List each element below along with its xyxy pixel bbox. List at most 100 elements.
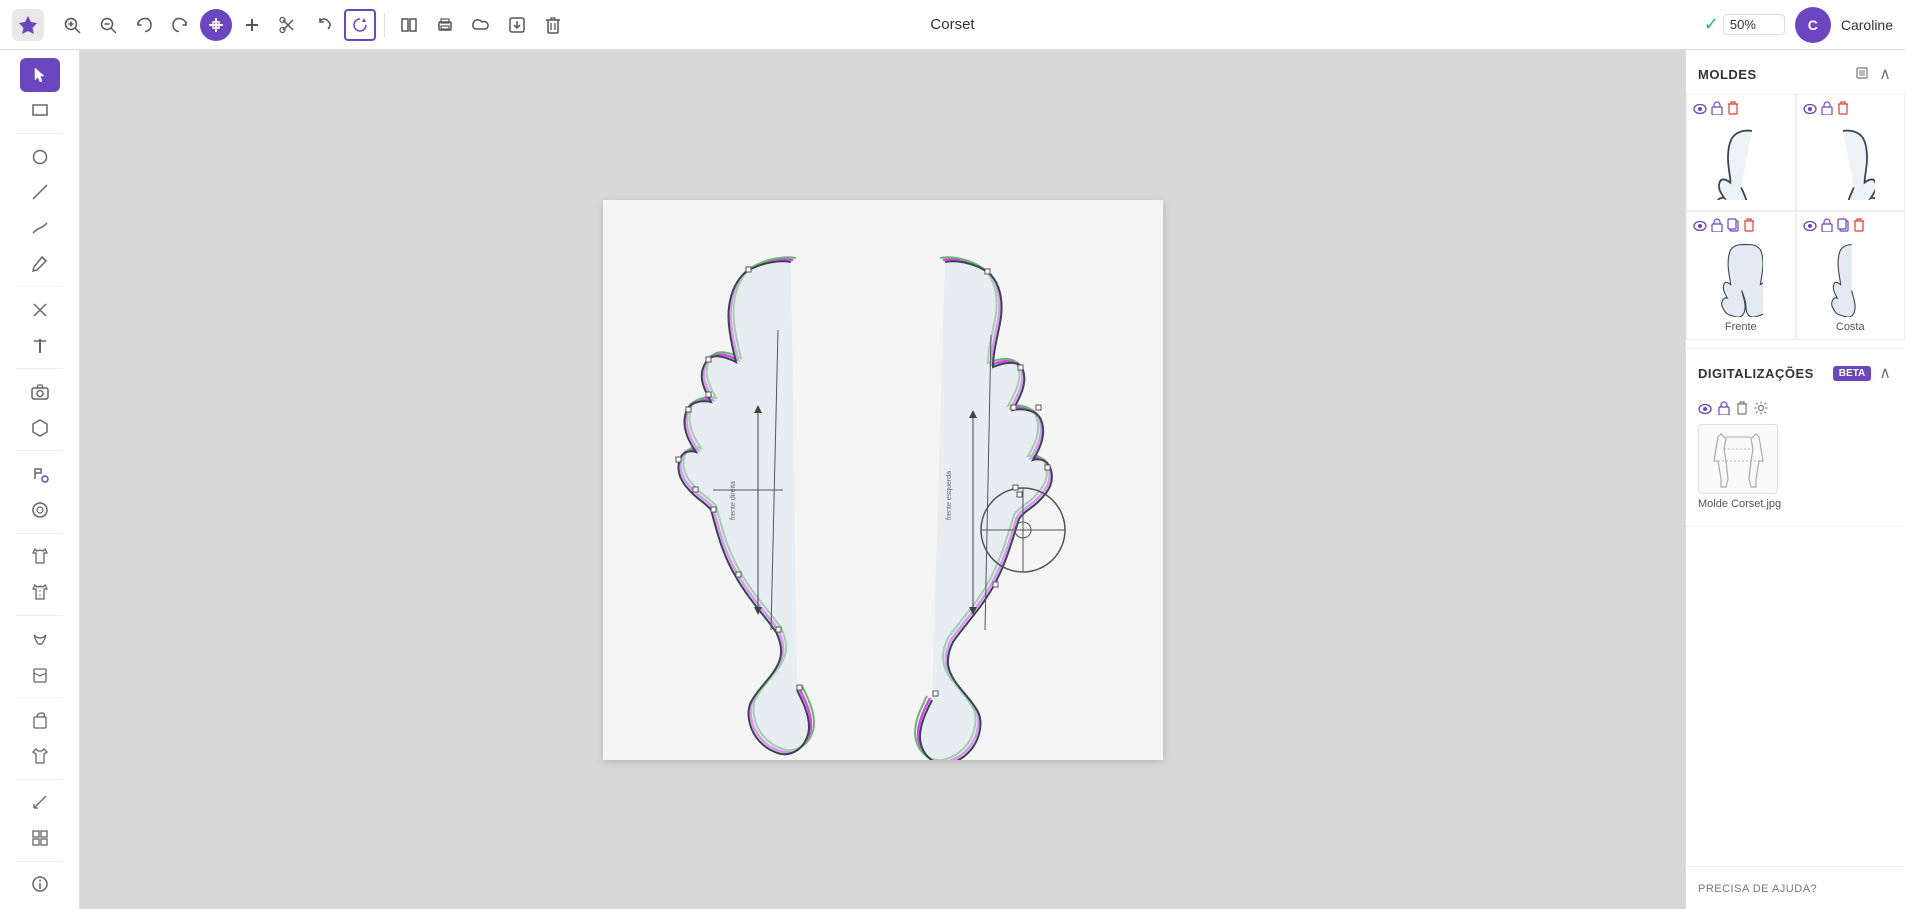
molde-item-3: Frente [1686, 211, 1796, 340]
pointer-tool[interactable] [20, 58, 60, 92]
zoom-select[interactable]: 25% 50% 75% 100% 150% 200% [1723, 14, 1785, 35]
zoom-in-button[interactable] [56, 9, 88, 41]
toolbar-separator [384, 13, 385, 37]
pen-line-tool[interactable] [20, 211, 60, 245]
line-tool[interactable] [20, 176, 60, 210]
molde-3-delete-icon[interactable] [1743, 218, 1755, 235]
molde-item-1 [1686, 94, 1796, 211]
tshirt-tool[interactable] [20, 739, 60, 773]
molde-4-actions [1803, 218, 1899, 235]
molde-2-thumbnail [1820, 122, 1880, 202]
paint-tool[interactable] [20, 457, 60, 491]
sidebar-divider-6 [16, 615, 63, 616]
grid-tool[interactable] [20, 821, 60, 855]
cut-tool-button[interactable] [272, 9, 304, 41]
print-button[interactable] [429, 9, 461, 41]
text-tool[interactable] [20, 329, 60, 363]
sidebar-divider-2 [16, 286, 63, 287]
molde-4-thumbnail [1820, 239, 1880, 319]
right-pattern-piece: frente esquerda [915, 257, 1065, 760]
molde-item-4: Costa [1796, 211, 1905, 340]
molde-2-delete-icon[interactable] [1837, 101, 1849, 118]
digitalizacoes-section: DIGITALIZAÇÕES BETA ∧ [1686, 349, 1905, 527]
canvas-area[interactable]: frente direita [80, 50, 1685, 909]
molde-3-visibility-icon[interactable] [1693, 219, 1707, 234]
help-link[interactable]: PRECISA DE AJUDA? [1698, 883, 1817, 895]
thread-tool[interactable] [20, 493, 60, 527]
canvas-paper: frente direita [603, 200, 1163, 760]
refresh-button[interactable] [344, 9, 376, 41]
digit-1-thumbnail [1698, 424, 1778, 494]
pattern-piece-tool[interactable] [20, 411, 60, 445]
molde-item-2 [1796, 94, 1905, 211]
digitalizacoes-header: DIGITALIZAÇÕES BETA ∧ [1686, 349, 1905, 393]
pocket-tool[interactable] [20, 657, 60, 691]
beta-badge: BETA [1833, 366, 1871, 381]
digit-1-label: Molde Corset.jpg [1698, 498, 1781, 510]
garment-back-tool[interactable] [20, 575, 60, 609]
molde-4-copy-icon[interactable] [1837, 218, 1849, 235]
add-button[interactable] [236, 9, 268, 41]
digit-1-settings-icon[interactable] [1754, 401, 1768, 418]
rotate-left-button[interactable] [308, 9, 340, 41]
moldes-section: MOLDES ∧ [1686, 50, 1905, 349]
zoom-check-icon: ✓ [1704, 14, 1719, 35]
molde-2-lock-icon[interactable] [1821, 101, 1833, 118]
molde-4-delete-icon[interactable] [1853, 218, 1865, 235]
sidebar-divider-3 [16, 368, 63, 369]
digitalizacoes-header-actions: BETA ∧ [1833, 361, 1893, 385]
molde-2-actions [1803, 101, 1899, 118]
molde-1-lock-icon[interactable] [1711, 101, 1723, 118]
circle-tool[interactable] [20, 140, 60, 174]
left-pattern-piece: frente direita [676, 257, 814, 754]
digit-1-delete-icon[interactable] [1736, 401, 1748, 418]
molde-4-label: Costa [1836, 321, 1865, 333]
zoom-control: ✓ 25% 50% 75% 100% 150% 200% [1704, 14, 1785, 35]
digit-1-lock-icon[interactable] [1718, 401, 1730, 418]
digit-1-actions [1698, 401, 1768, 418]
select-move-button[interactable] [200, 9, 232, 41]
sidebar-divider-7 [16, 697, 63, 698]
molde-4-lock-icon[interactable] [1821, 218, 1833, 235]
molde-3-thumbnail [1711, 239, 1771, 319]
garment-front-tool[interactable] [20, 539, 60, 573]
molde-4-visibility-icon[interactable] [1803, 219, 1817, 234]
rectangle-tool[interactable] [20, 94, 60, 128]
undo-button[interactable] [128, 9, 160, 41]
sidebar-divider-9 [16, 861, 63, 862]
main-area: frente direita [0, 50, 1905, 909]
digitalizacoes-title: DIGITALIZAÇÕES [1698, 366, 1814, 381]
moldes-header-actions: ∧ [1853, 62, 1893, 86]
camera-tool[interactable] [20, 375, 60, 409]
compare-button[interactable] [393, 9, 425, 41]
moldes-add-button[interactable] [1853, 64, 1871, 85]
document-title: Corset [930, 16, 974, 33]
molde-3-lock-icon[interactable] [1711, 218, 1723, 235]
molde-2-visibility-icon[interactable] [1803, 102, 1817, 117]
digit-1-visibility-icon[interactable] [1698, 402, 1712, 417]
molde-3-copy-icon[interactable] [1727, 218, 1739, 235]
molde-3-label: Frente [1725, 321, 1757, 333]
redo-button[interactable] [164, 9, 196, 41]
moldes-title: MOLDES [1698, 67, 1757, 82]
zoom-out-button[interactable] [92, 9, 124, 41]
cross-tool[interactable] [20, 293, 60, 327]
molde-1-visibility-icon[interactable] [1693, 102, 1707, 117]
measure-tool[interactable] [20, 785, 60, 819]
molde-1-delete-icon[interactable] [1727, 101, 1739, 118]
delete-button[interactable] [537, 9, 569, 41]
user-avatar[interactable]: C [1795, 7, 1831, 43]
cloud-save-button[interactable] [465, 9, 497, 41]
pencil-tool[interactable] [20, 247, 60, 281]
user-name: Caroline [1841, 17, 1893, 33]
export-button[interactable] [501, 9, 533, 41]
sidebar-divider-4 [16, 450, 63, 451]
collar-tool[interactable] [20, 621, 60, 655]
app-logo [12, 9, 44, 41]
help-bar: PRECISA DE AJUDA? [1686, 866, 1905, 909]
digitalizacoes-collapse-button[interactable]: ∧ [1877, 361, 1893, 385]
moldes-collapse-button[interactable]: ∧ [1877, 62, 1893, 86]
info-tool[interactable] [20, 867, 60, 901]
bag-tool[interactable] [20, 703, 60, 737]
svg-text:frente esquerda: frente esquerda [946, 470, 953, 519]
